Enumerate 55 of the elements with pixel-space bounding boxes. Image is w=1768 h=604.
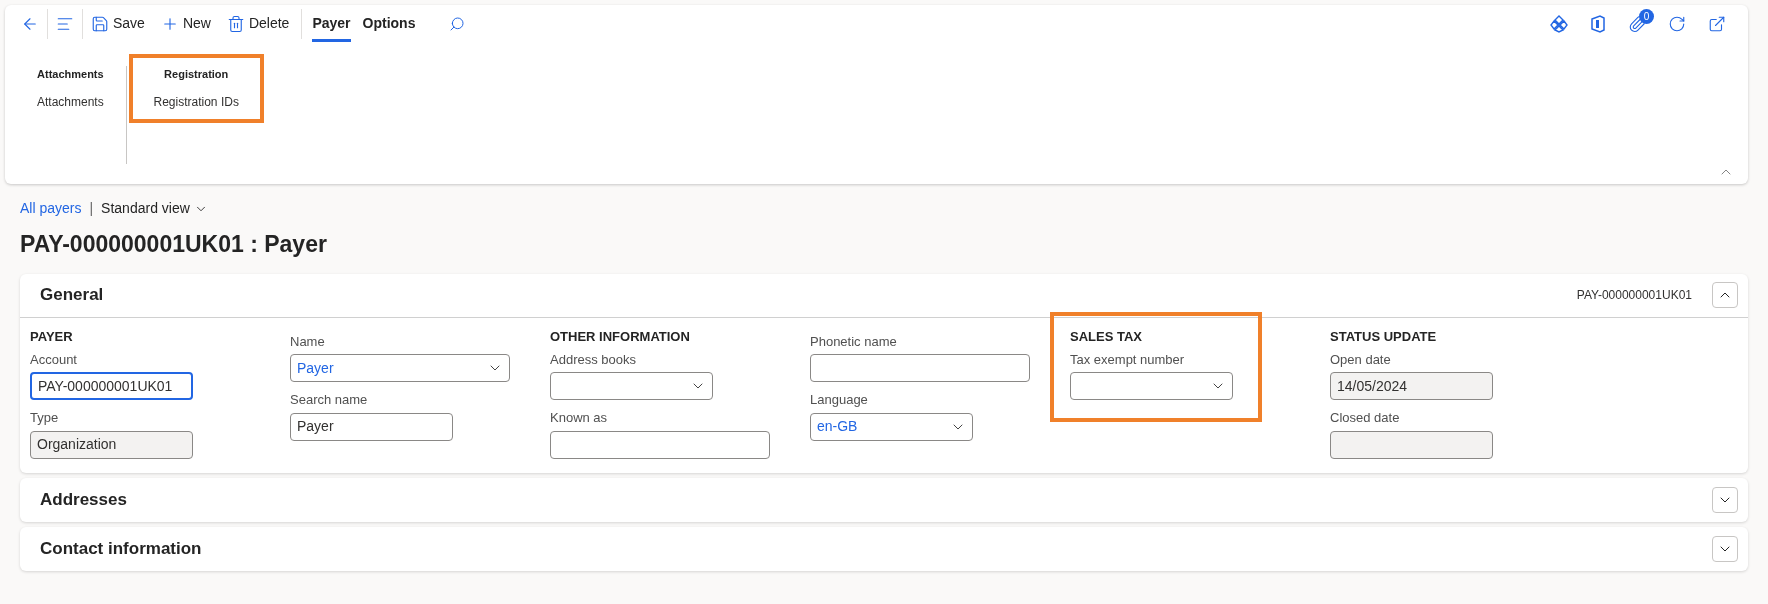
group-title: Registration: [164, 67, 229, 82]
save-button[interactable]: Save: [83, 7, 153, 40]
field-label: Type: [30, 409, 60, 427]
collapse-toggle[interactable]: [1712, 486, 1738, 513]
trash-icon: [226, 14, 245, 33]
view-selector[interactable]: Standard view: [101, 198, 208, 219]
collapse-toggle[interactable]: [1712, 282, 1738, 308]
new-button[interactable]: New: [152, 7, 219, 40]
office-icon: [1590, 14, 1606, 33]
input-field[interactable]: [810, 354, 1030, 382]
field-label: Account: [30, 350, 78, 369]
collapse-toggle[interactable]: [1712, 535, 1738, 562]
group-heading: OTHER INFORMATION: [550, 327, 691, 346]
field-label: Search name: [290, 391, 369, 409]
ribbon-item[interactable]: Attachments: [37, 92, 104, 111]
refresh-icon: [1668, 14, 1686, 33]
section-title: General: [40, 284, 104, 307]
group-heading: PAYER: [30, 327, 74, 346]
input-field[interactable]: Organization: [30, 430, 193, 459]
input-field[interactable]: [550, 430, 770, 459]
count-badge: 0: [1639, 8, 1654, 24]
dropdown-field[interactable]: Payer: [290, 354, 510, 382]
section-title: Addresses: [40, 488, 127, 511]
delete-button[interactable]: Delete: [218, 7, 298, 40]
search-icon: [449, 15, 466, 32]
group-heading: SALES TAX: [1070, 327, 1143, 346]
field-label: Address books: [550, 350, 637, 369]
ribbon-item[interactable]: Registration IDs: [153, 92, 239, 111]
field-label: Phonetic name: [810, 332, 898, 351]
group-heading: STATUS UPDATE: [1330, 327, 1438, 346]
field-label: Name: [290, 332, 326, 351]
field-label: Tax exempt number: [1070, 350, 1186, 369]
page-title: PAY-000000001UK01 : Payer: [19, 230, 328, 259]
popout-icon: [1708, 14, 1726, 33]
input-field[interactable]: PAY-000000001UK01: [30, 372, 193, 400]
ribbon-tab[interactable]: Payer: [312, 5, 351, 42]
input-field[interactable]: Payer: [290, 412, 453, 441]
breadcrumb-link[interactable]: All payers: [20, 198, 82, 219]
input-field[interactable]: 14/05/2024: [1330, 372, 1493, 400]
section-title: Contact information: [40, 537, 202, 560]
field-label: Language: [810, 391, 869, 409]
section-summary: PAY-000000001UK01: [1576, 287, 1692, 304]
save-icon: [91, 14, 109, 33]
field-label: Known as: [550, 409, 609, 427]
field-label: Open date: [1330, 350, 1392, 369]
breadcrumb-separator: |: [89, 199, 94, 218]
dropdown-field[interactable]: en-GB: [810, 412, 973, 441]
field-label: Closed date: [1330, 409, 1401, 427]
diamond-icon: [1550, 14, 1568, 33]
paperclip-icon: [1628, 14, 1646, 33]
group-title: Attachments: [37, 67, 104, 82]
ribbon-tab[interactable]: Options: [362, 5, 416, 42]
dropdown-field[interactable]: [1070, 372, 1233, 400]
input-field[interactable]: [1330, 430, 1493, 459]
dropdown-field[interactable]: [550, 372, 713, 400]
